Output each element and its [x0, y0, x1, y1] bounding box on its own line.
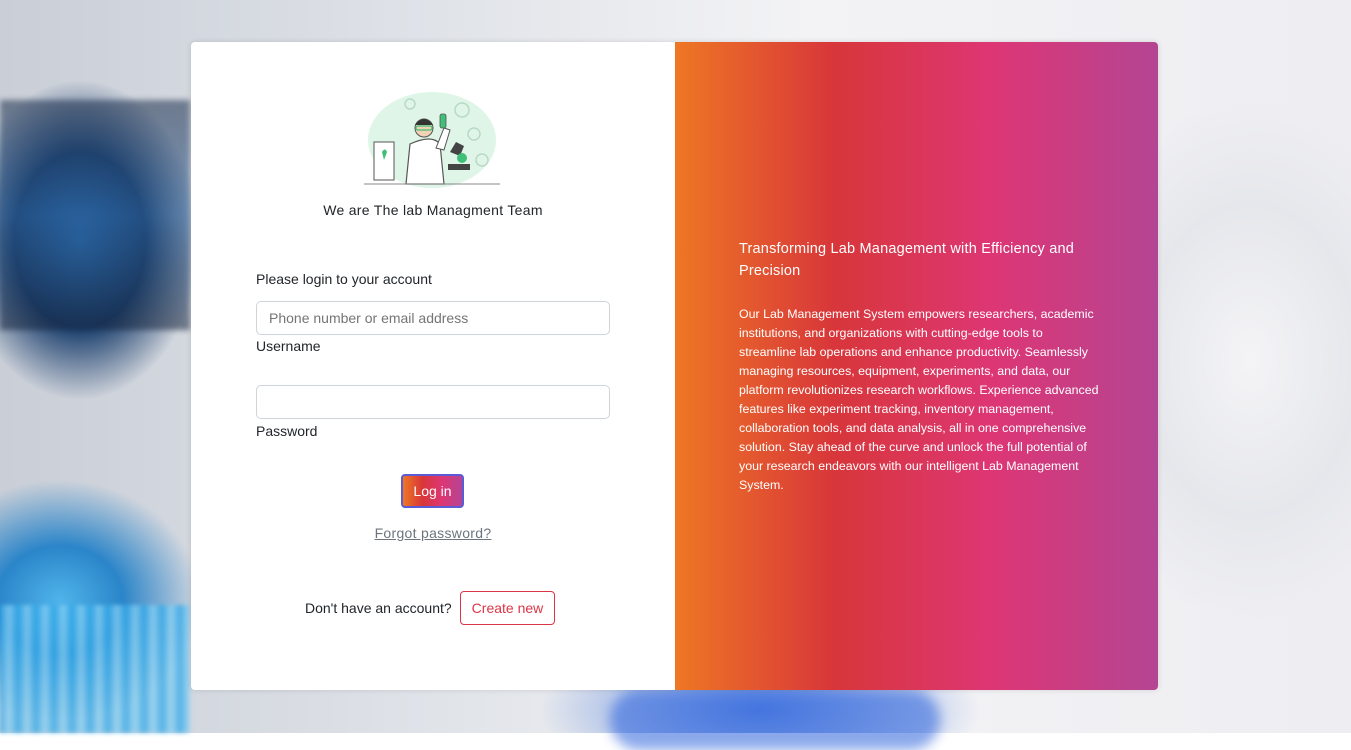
password-input[interactable]	[256, 385, 610, 419]
login-panel: We are The lab Managment Team Please log…	[191, 42, 675, 690]
create-account-button[interactable]: Create new	[459, 591, 556, 625]
background-glove	[610, 690, 940, 750]
login-prompt: Please login to your account	[256, 271, 432, 287]
signup-row: Don't have an account? Create new	[305, 591, 556, 625]
promo-panel: Transforming Lab Management with Efficie…	[675, 42, 1158, 690]
scientist-illustration	[364, 92, 500, 188]
signup-prompt: Don't have an account?	[305, 600, 452, 616]
team-heading: We are The lab Managment Team	[323, 202, 543, 218]
promo-body: Our Lab Management System empowers resea…	[739, 307, 1099, 492]
username-label: Username	[256, 338, 321, 354]
login-card: We are The lab Managment Team Please log…	[191, 42, 1158, 690]
background-test-tubes	[0, 605, 190, 733]
password-label: Password	[256, 423, 318, 439]
forgot-password-link[interactable]: Forgot password?	[191, 525, 675, 541]
background-monitor	[0, 100, 190, 330]
username-input[interactable]	[256, 301, 610, 335]
promo-title: Transforming Lab Management with Efficie…	[739, 241, 1075, 279]
login-button[interactable]: Log in	[401, 474, 464, 508]
